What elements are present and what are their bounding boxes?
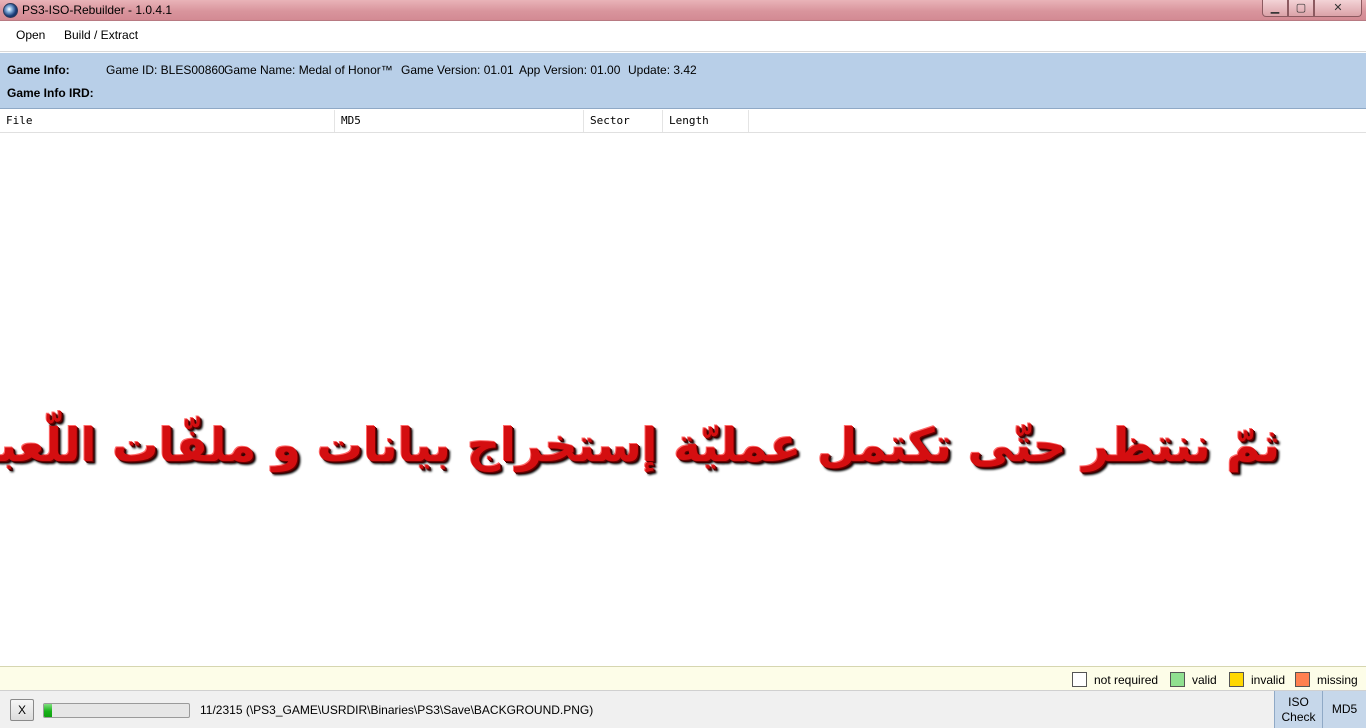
window-title: PS3-ISO-Rebuilder - 1.0.4.1 xyxy=(22,3,173,17)
column-sector[interactable]: Sector xyxy=(584,110,663,132)
legend-swatch-not-required xyxy=(1072,672,1087,687)
legend-label: not required xyxy=(1094,673,1159,687)
progress-status-text: 11/2315 (\PS3_GAME\USRDIR\Binaries\PS3\S… xyxy=(200,703,594,717)
status-bar: X 11/2315 (\PS3_GAME\USRDIR\Binaries\PS3… xyxy=(0,691,1366,728)
column-length[interactable]: Length xyxy=(663,110,749,132)
game-info-label: Game Info: xyxy=(7,63,70,77)
title-bar: PS3-ISO-Rebuilder - 1.0.4.1 ▁ ▢ ✕ xyxy=(0,0,1366,21)
close-button[interactable]: ✕ xyxy=(1314,0,1362,17)
legend-swatch-missing xyxy=(1295,672,1310,687)
legend-swatch-invalid xyxy=(1229,672,1244,687)
menu-open[interactable]: Open xyxy=(14,28,47,42)
column-md5[interactable]: MD5 xyxy=(335,110,584,132)
maximize-button[interactable]: ▢ xyxy=(1288,0,1314,17)
status-legend: not required valid invalid missing xyxy=(0,666,1366,691)
legend-label: valid xyxy=(1192,673,1217,687)
iso-check-button[interactable]: ISO Check xyxy=(1274,691,1322,728)
iso-check-label-line1: ISO xyxy=(1288,695,1309,709)
overlay-caption: ثمّ ننتظر حتّى تكتمل عمليّة إستخراج بيان… xyxy=(0,418,1280,472)
file-list[interactable]: ثمّ ننتظر حتّى تكتمل عمليّة إستخراج بيان… xyxy=(0,133,1366,666)
progress-fill xyxy=(44,704,52,717)
cancel-button[interactable]: X xyxy=(10,699,34,721)
legend-swatch-valid xyxy=(1170,672,1185,687)
column-file[interactable]: File xyxy=(0,110,335,132)
game-info-ird-label: Game Info IRD: xyxy=(7,86,94,100)
legend-label: missing xyxy=(1317,673,1358,687)
game-name: Game Name: Medal of Honor™ xyxy=(224,63,393,77)
menu-bar: Open Build / Extract xyxy=(0,21,1366,52)
app-version: App Version: 01.00 xyxy=(519,63,621,77)
game-id: Game ID: BLES00860 xyxy=(106,63,225,77)
file-list-header: File MD5 Sector Length xyxy=(0,110,1366,133)
game-version: Game Version: 01.01 xyxy=(401,63,514,77)
app-icon xyxy=(3,3,18,18)
md5-button[interactable]: MD5 xyxy=(1322,691,1366,728)
update-version: Update: 3.42 xyxy=(628,63,697,77)
legend-label: invalid xyxy=(1251,673,1286,687)
progress-bar xyxy=(43,703,190,718)
menu-build-extract[interactable]: Build / Extract xyxy=(62,28,140,42)
minimize-button[interactable]: ▁ xyxy=(1262,0,1288,17)
game-info-panel: Game Info: Game ID: BLES00860 Game Name:… xyxy=(0,53,1366,109)
iso-check-label-line2: Check xyxy=(1281,710,1316,724)
